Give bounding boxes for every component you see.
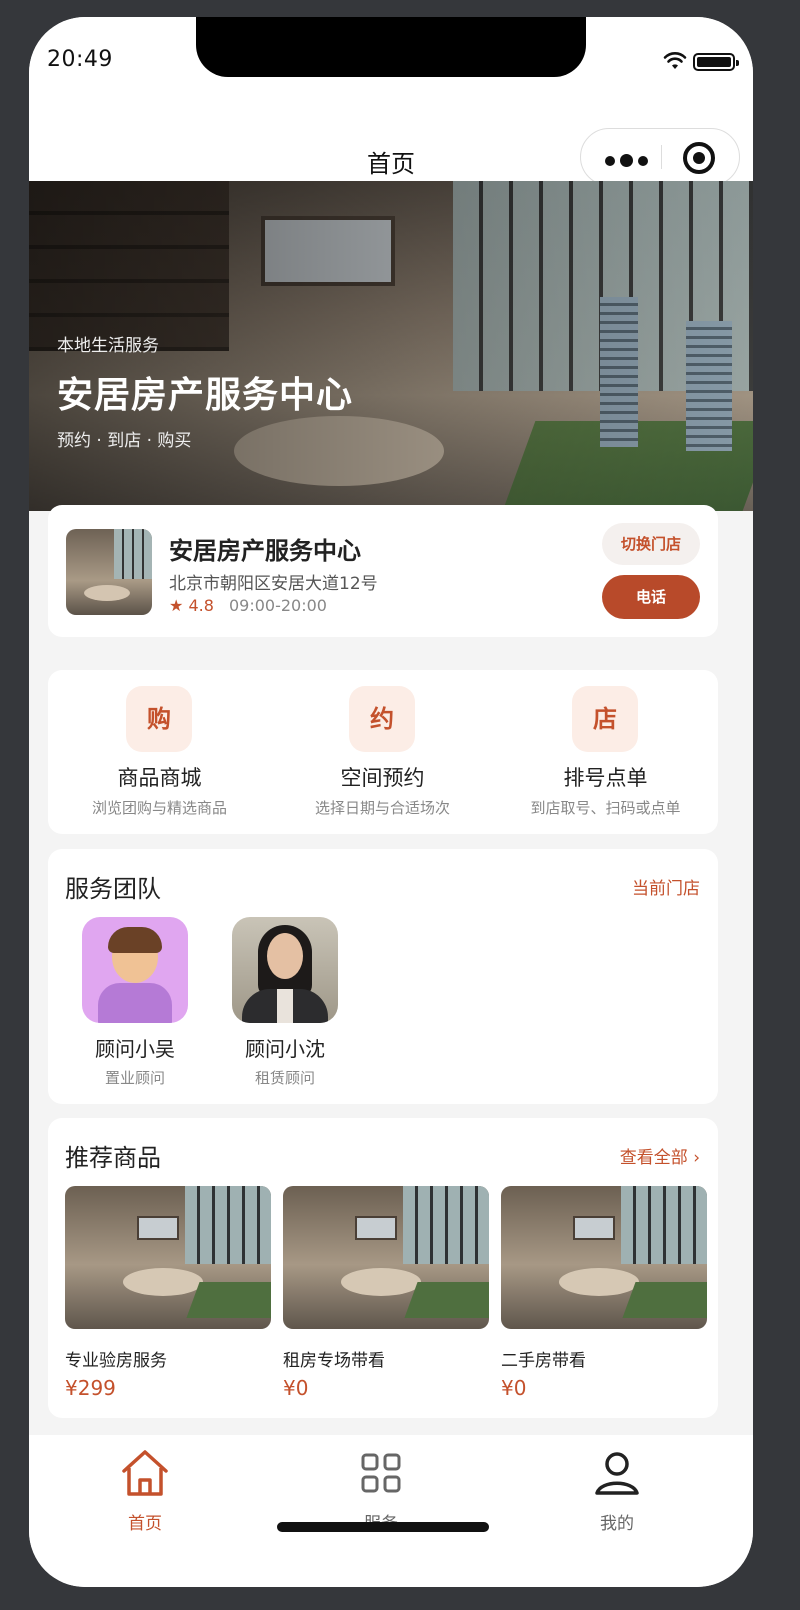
switch-store-button[interactable]: 切换门店 (602, 523, 700, 565)
product-name: 专业验房服务 (65, 1351, 167, 1371)
member-name: 顾问小吴 (95, 1037, 175, 1061)
tab-label: 我的 (600, 1514, 634, 1534)
store-meta: ★ 4.8 09:00-20:00 (169, 596, 327, 615)
quick-action-desc: 选择日期与合适场次 (314, 799, 450, 817)
section-title: 服务团队 (65, 875, 161, 903)
service-team-section: 服务团队 当前门店 顾问小吴 置业顾问 顾问小沈 租赁顾问 (48, 849, 718, 1104)
store-card: 安居房产服务中心 北京市朝阳区安居大道12号 ★ 4.8 09:00-20:00… (48, 505, 718, 637)
mall-icon: 购 (126, 686, 192, 752)
tab-label: 首页 (128, 1514, 162, 1534)
section-title: 推荐商品 (65, 1144, 161, 1172)
quick-action-mall[interactable]: 购 商品商城 浏览团购与精选商品 (48, 670, 271, 834)
product-name: 租房专场带看 (283, 1351, 385, 1371)
capsule-divider (661, 145, 662, 169)
product-image (501, 1186, 707, 1329)
product-price: ¥0 (283, 1376, 309, 1400)
call-button[interactable]: 电话 (602, 575, 700, 619)
store-icon: 店 (572, 686, 638, 752)
hero-banner[interactable]: 本地生活服务 安居房产服务中心 预约 · 到店 · 购买 (29, 181, 753, 511)
quick-action-desc: 浏览团购与精选商品 (91, 799, 227, 817)
notch (196, 17, 586, 77)
tab-bar: 首页 服务 我的 (29, 1435, 753, 1587)
hero-kicker: 本地生活服务 (57, 336, 159, 356)
store-rating: 4.8 (188, 596, 214, 615)
home-icon (122, 1450, 168, 1496)
product-name: 二手房带看 (501, 1351, 586, 1371)
quick-action-booking[interactable]: 约 空间预约 选择日期与合适场次 (271, 670, 494, 834)
product-price: ¥0 (501, 1376, 527, 1400)
tab-profile[interactable]: 我的 (557, 1447, 677, 1534)
quick-action-label: 排号点单 (563, 766, 648, 790)
recommended-products-section: 推荐商品 查看全部 › 专业验房服务 ¥299 租房专场带看 ¥0 二手房带看 … (48, 1118, 718, 1418)
product-image (65, 1186, 271, 1329)
quick-action-label: 空间预约 (340, 766, 425, 790)
hero-subtitle: 预约 · 到店 · 购买 (57, 431, 192, 451)
hero-title: 安居房产服务中心 (57, 375, 354, 416)
more-icon[interactable] (605, 151, 653, 170)
status-time: 20:49 (47, 47, 113, 72)
home-indicator (277, 1522, 489, 1532)
photo-avatar (232, 917, 338, 1023)
tab-home[interactable]: 首页 (85, 1447, 205, 1534)
view-all-link[interactable]: 查看全部 › (620, 1143, 700, 1168)
miniapp-capsule (580, 128, 740, 186)
store-name: 安居房产服务中心 (169, 537, 361, 565)
close-miniapp-icon[interactable] (683, 142, 715, 174)
store-hours: 09:00-20:00 (228, 596, 327, 615)
status-bar: 20:49 (29, 17, 753, 117)
grid-icon (361, 1453, 401, 1493)
store-thumbnail (66, 529, 152, 615)
quick-action-queue[interactable]: 店 排号点单 到店取号、扫码或点单 (494, 670, 717, 834)
store-address: 北京市朝阳区安居大道12号 (169, 574, 378, 594)
cartoon-avatar (82, 917, 188, 1023)
wifi-icon (663, 52, 687, 69)
booking-icon: 约 (349, 686, 415, 752)
member-role: 置业顾问 (104, 1069, 165, 1087)
quick-actions: 购 商品商城 浏览团购与精选商品 约 空间预约 选择日期与合适场次 店 排号点单… (48, 670, 718, 834)
tab-services[interactable]: 服务 (321, 1447, 441, 1534)
member-role: 租赁顾问 (254, 1069, 315, 1087)
phone-frame: 20:49 首页 本地生活服务 安居房产服务中心 预约 · 到店 · 购买 安居… (29, 17, 753, 1587)
quick-action-desc: 到店取号、扫码或点单 (530, 799, 681, 817)
user-icon (595, 1452, 639, 1495)
current-store-link[interactable]: 当前门店 (632, 874, 700, 899)
quick-action-label: 商品商城 (117, 766, 202, 790)
product-image (283, 1186, 489, 1329)
battery-icon (693, 53, 739, 71)
star-icon: ★ (169, 596, 184, 615)
member-name: 顾问小沈 (245, 1037, 325, 1061)
product-price: ¥299 (65, 1376, 116, 1400)
